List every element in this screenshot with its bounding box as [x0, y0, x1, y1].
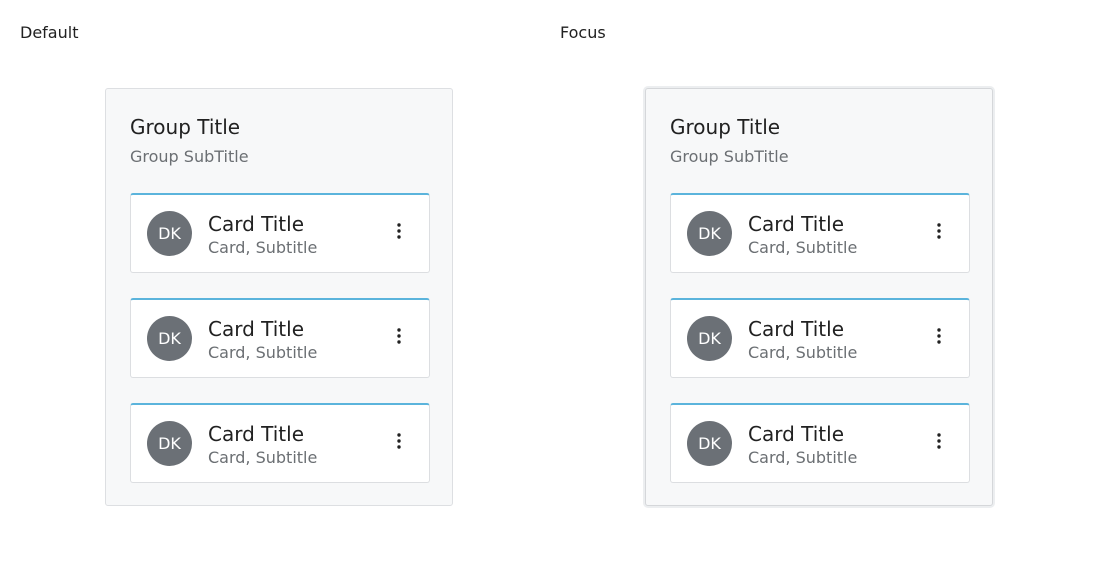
section-label-focus: Focus	[560, 23, 606, 42]
card-group-default[interactable]: Group Title Group SubTitle DK Card Title…	[105, 88, 453, 506]
avatar: DK	[687, 421, 732, 466]
card-subtitle: Card, Subtitle	[748, 448, 858, 467]
more-vertical-icon[interactable]	[931, 431, 947, 451]
card-title: Card Title	[208, 212, 305, 236]
group-subtitle: Group SubTitle	[670, 147, 789, 166]
card-subtitle: Card, Subtitle	[748, 343, 858, 362]
avatar: DK	[147, 421, 192, 466]
card-title: Card Title	[748, 317, 845, 341]
card[interactable]: DK Card Title Card, Subtitle	[670, 298, 970, 378]
more-vertical-icon[interactable]	[931, 326, 947, 346]
card[interactable]: DK Card Title Card, Subtitle	[130, 298, 430, 378]
card-subtitle: Card, Subtitle	[208, 343, 318, 362]
avatar: DK	[147, 316, 192, 361]
group-subtitle: Group SubTitle	[130, 147, 249, 166]
more-vertical-icon[interactable]	[391, 221, 407, 241]
more-vertical-icon[interactable]	[391, 326, 407, 346]
card-title: Card Title	[208, 317, 305, 341]
card-title: Card Title	[208, 422, 305, 446]
card-group-focus[interactable]: Group Title Group SubTitle DK Card Title…	[645, 88, 993, 506]
card-title: Card Title	[748, 212, 845, 236]
card[interactable]: DK Card Title Card, Subtitle	[670, 193, 970, 273]
card[interactable]: DK Card Title Card, Subtitle	[130, 403, 430, 483]
card[interactable]: DK Card Title Card, Subtitle	[130, 193, 430, 273]
avatar: DK	[687, 211, 732, 256]
avatar: DK	[687, 316, 732, 361]
section-label-default: Default	[20, 23, 79, 42]
card-subtitle: Card, Subtitle	[748, 238, 858, 257]
group-title: Group Title	[130, 115, 241, 139]
more-vertical-icon[interactable]	[931, 221, 947, 241]
card-title: Card Title	[748, 422, 845, 446]
avatar: DK	[147, 211, 192, 256]
card[interactable]: DK Card Title Card, Subtitle	[670, 403, 970, 483]
card-subtitle: Card, Subtitle	[208, 238, 318, 257]
more-vertical-icon[interactable]	[391, 431, 407, 451]
group-title: Group Title	[670, 115, 781, 139]
card-subtitle: Card, Subtitle	[208, 448, 318, 467]
